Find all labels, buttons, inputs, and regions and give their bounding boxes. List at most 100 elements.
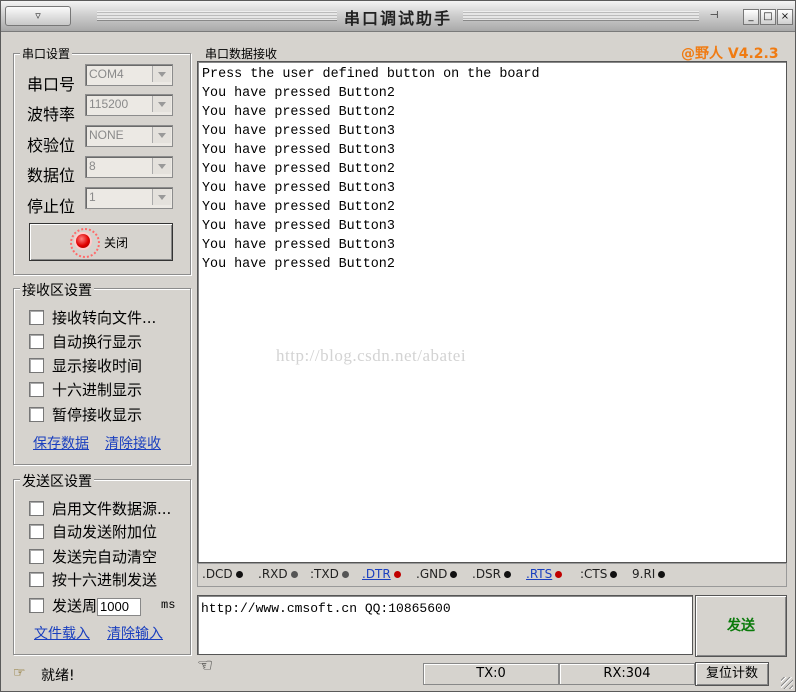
checkbox[interactable] — [29, 310, 44, 325]
send-period-label: 发送周 — [52, 597, 98, 615]
checkbox[interactable] — [29, 407, 44, 422]
checkbox[interactable] — [29, 572, 44, 587]
reset-count-button[interactable]: 复位计数 — [695, 662, 769, 686]
send-period-unit: ms — [161, 598, 176, 612]
checkbox[interactable] — [29, 549, 44, 564]
send-option-hex[interactable]: 按十六进制发送 — [29, 569, 157, 589]
checkbox[interactable] — [29, 358, 44, 373]
baud-value: 115200 — [89, 97, 129, 111]
signal-rts[interactable]: .RTS — [526, 567, 563, 581]
recv-option-auto-wrap[interactable]: 自动换行显示 — [29, 331, 142, 351]
title-bar[interactable]: ▿ 串口调试助手 ⊣ _ □ × — [1, 1, 795, 32]
send-option-auto-clear[interactable]: 发送完自动清空 — [29, 546, 157, 566]
recv-option-show-time[interactable]: 显示接收时间 — [29, 355, 142, 375]
signal-dot-icon — [341, 571, 349, 578]
receive-line: You have pressed Button3 — [202, 181, 395, 196]
save-data-link[interactable]: 保存数据 — [33, 433, 89, 453]
resize-grip-icon[interactable] — [781, 677, 793, 689]
maximize-icon: □ — [763, 11, 773, 22]
send-option-file-source[interactable]: 启用文件数据源... — [29, 498, 171, 518]
load-file-link[interactable]: 文件载入 — [34, 623, 90, 643]
chevron-down-icon[interactable] — [152, 158, 171, 174]
parity-label: 校验位 — [27, 136, 76, 155]
checkbox[interactable] — [29, 334, 44, 349]
signal-indicator-bar: .DCD .RXD :TXD .DTR .GND .DSR .RTS :CTS … — [197, 563, 787, 587]
clear-input-link[interactable]: 清除输入 — [107, 623, 163, 643]
close-window-button[interactable]: × — [777, 9, 793, 25]
chevron-down-icon[interactable] — [152, 96, 171, 112]
chevron-down-icon[interactable] — [152, 127, 171, 143]
receive-line: Press the user defined button on the boa… — [202, 67, 540, 82]
checkbox[interactable] — [29, 598, 44, 613]
checkbox[interactable] — [29, 382, 44, 397]
signal-dot-icon — [555, 571, 563, 578]
send-option-append-bits[interactable]: 自动发送附加位 — [29, 521, 157, 541]
stop-bits-select[interactable]: 1 — [85, 187, 173, 209]
signal-dot-icon — [235, 571, 243, 578]
send-option-label: 自动发送附加位 — [52, 523, 158, 541]
window-title: 串口调试助手 — [343, 9, 452, 28]
data-bits-label: 数据位 — [27, 166, 76, 185]
signal-dot-icon — [450, 571, 458, 578]
receive-text-area[interactable]: Press the user defined button on the boa… — [197, 61, 787, 563]
pin-icon: ⊣ — [709, 10, 719, 21]
send-option-label: 启用文件数据源... — [52, 500, 172, 518]
receive-line: You have pressed Button3 — [202, 219, 395, 234]
send-option-period[interactable]: 发送周 1000 — [29, 595, 142, 616]
receive-panel-title: 串口数据接收 — [203, 45, 280, 62]
pin-button[interactable]: ⊣ — [707, 9, 721, 23]
signal-label[interactable]: .DTR — [362, 567, 391, 581]
receive-line: You have pressed Button2 — [202, 162, 395, 177]
receive-line: You have pressed Button2 — [202, 105, 395, 120]
clear-receive-link[interactable]: 清除接收 — [105, 433, 161, 453]
port-select[interactable]: COM4 — [85, 64, 173, 86]
recv-option-pause[interactable]: 暂停接收显示 — [29, 404, 142, 424]
tx-counter: TX:0 — [423, 663, 559, 685]
port-label: 串口号 — [27, 75, 76, 94]
receive-line: You have pressed Button2 — [202, 257, 395, 272]
recv-option-label: 十六进制显示 — [52, 381, 143, 399]
minimize-button[interactable]: _ — [743, 9, 759, 25]
stop-bits-label: 停止位 — [27, 197, 76, 216]
send-period-input[interactable]: 1000 — [97, 598, 142, 616]
recv-option-label: 暂停接收显示 — [52, 406, 143, 424]
checkbox[interactable] — [29, 524, 44, 539]
signal-label: .GND — [416, 567, 448, 581]
parity-select[interactable]: NONE — [85, 125, 173, 147]
signal-label: .RXD — [258, 567, 288, 581]
chevron-down-icon[interactable] — [152, 66, 171, 82]
signal-ri: 9.RI — [632, 567, 666, 581]
recv-option-label: 接收转向文件... — [52, 309, 157, 327]
status-ready-text: 就绪! — [41, 668, 75, 684]
data-bits-select[interactable]: 8 — [85, 156, 173, 178]
send-option-label: 发送完自动清空 — [52, 548, 158, 566]
send-text-input[interactable]: http://www.cmsoft.cn QQ:10865600 — [197, 595, 693, 655]
chevron-down-icon[interactable] — [152, 189, 171, 205]
signal-cts: :CTS — [580, 567, 618, 581]
signal-label: :CTS — [580, 567, 608, 581]
send-button[interactable]: 发送 — [695, 595, 787, 657]
signal-label: .DSR — [472, 567, 502, 581]
pointer-hand-icon: ☜ — [197, 655, 214, 676]
baud-select[interactable]: 115200 — [85, 94, 173, 116]
receive-line: You have pressed Button3 — [202, 238, 395, 253]
signal-label[interactable]: .RTS — [526, 567, 552, 581]
app-window: ▿ 串口调试助手 ⊣ _ □ × 串口设置 串口号 COM4 波特率 11520… — [0, 0, 796, 692]
send-settings-title: 发送区设置 — [20, 471, 94, 491]
signal-dot-icon — [504, 571, 512, 578]
recv-option-hex[interactable]: 十六进制显示 — [29, 379, 142, 399]
signal-label: .DCD — [202, 567, 233, 581]
recv-option-label: 显示接收时间 — [52, 357, 143, 375]
signal-txd: :TXD — [310, 567, 349, 581]
maximize-button[interactable]: □ — [760, 9, 776, 25]
checkbox[interactable] — [29, 501, 44, 516]
close-port-button[interactable]: 关闭 — [29, 223, 173, 261]
receive-settings-title: 接收区设置 — [20, 280, 94, 300]
recv-option-to-file[interactable]: 接收转向文件... — [29, 307, 156, 327]
signal-dtr[interactable]: .DTR — [362, 567, 401, 581]
status-bar: ☞ 就绪! ☜ TX:0 RX:304 复位计数 — [1, 655, 795, 691]
receive-line: You have pressed Button2 — [202, 86, 395, 101]
stop-bits-value: 1 — [89, 190, 96, 204]
data-bits-value: 8 — [89, 159, 96, 173]
signal-dot-icon — [658, 571, 666, 578]
